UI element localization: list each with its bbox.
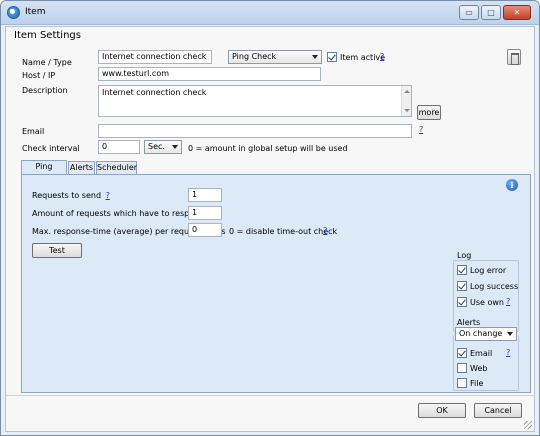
respond-input[interactable]: 1	[188, 206, 222, 220]
log-group-title: Log	[457, 251, 472, 260]
item-active-checkbox[interactable]	[327, 52, 337, 62]
alert-email-label: Email	[470, 349, 493, 358]
page-title: Item Settings	[14, 30, 81, 41]
host-label: Host / IP	[22, 71, 56, 80]
scroll-up-icon	[404, 90, 410, 93]
minimize-button[interactable]: ▭	[459, 5, 479, 20]
use-own-checkbox[interactable]	[457, 297, 467, 307]
host-input[interactable]: www.testurl.com	[98, 67, 321, 81]
interval-unit-select[interactable]: Sec.	[144, 140, 182, 154]
use-own-label: Use own	[470, 298, 504, 307]
title-bar[interactable]: Item ▭ □ ✕	[1, 1, 539, 25]
description-label: Description	[22, 86, 68, 95]
cancel-button[interactable]: Cancel	[474, 403, 522, 418]
close-button[interactable]: ✕	[503, 5, 531, 20]
type-select[interactable]: Ping Check	[228, 50, 322, 64]
alert-mode-value: On change	[459, 329, 503, 338]
alert-web-label: Web	[470, 364, 488, 373]
respond-label: Amount of requests which have to respond	[32, 209, 205, 218]
test-button[interactable]: Test	[32, 243, 82, 258]
trash-icon[interactable]	[507, 49, 521, 65]
description-scrollbar[interactable]	[401, 86, 411, 116]
email-help-link[interactable]: ?	[419, 125, 423, 134]
maximize-button[interactable]: □	[481, 5, 501, 20]
max-response-input[interactable]: 0	[188, 223, 222, 237]
info-icon[interactable]: i	[506, 179, 518, 191]
alert-mode-select[interactable]: On change	[455, 327, 517, 341]
alerts-group-title: Alerts	[457, 318, 481, 327]
footer-divider	[6, 395, 534, 396]
requests-label: Requests to send ?	[32, 191, 110, 200]
timeout-note: 0 = disable time-out check	[229, 227, 338, 236]
timeout-help-link[interactable]: ?	[323, 226, 327, 235]
alert-email-help-link[interactable]: ?	[506, 348, 510, 357]
requests-label-text: Requests to send	[32, 191, 102, 200]
tab-scheduler[interactable]: Scheduler	[96, 161, 137, 174]
email-label: Email	[22, 127, 45, 136]
log-success-label: Log success	[470, 282, 519, 291]
more-button[interactable]: more	[417, 105, 441, 120]
log-group: Log error Log success Use own ? Alerts	[453, 260, 519, 332]
description-textarea[interactable]: Internet connection check	[98, 85, 412, 117]
interval-unit-value: Sec.	[148, 142, 165, 151]
alert-web-checkbox[interactable]	[457, 363, 467, 373]
log-success-checkbox[interactable]	[457, 281, 467, 291]
window-title: Item	[25, 7, 46, 17]
item-active-help-link[interactable]: ?	[380, 52, 384, 61]
check-interval-label: Check interval	[22, 144, 80, 153]
alert-email-checkbox[interactable]	[457, 348, 467, 358]
tab-ping-check[interactable]: Ping Check	[21, 160, 67, 183]
description-text: Internet connection check	[102, 88, 207, 97]
chevron-down-icon	[507, 332, 513, 336]
chevron-down-icon	[172, 145, 178, 149]
chevron-down-icon	[312, 55, 318, 59]
log-error-checkbox[interactable]	[457, 265, 467, 275]
check-interval-input[interactable]: 0	[98, 140, 140, 154]
use-own-help-link[interactable]: ?	[506, 297, 510, 306]
name-type-label: Name / Type	[22, 58, 72, 67]
alert-file-label: File	[470, 379, 484, 388]
tab-alerts[interactable]: Alerts	[68, 161, 95, 174]
ping-check-panel: i Requests to send ? 1 Amount of request…	[21, 174, 531, 393]
app-icon	[7, 6, 20, 19]
item-window: Item ▭ □ ✕ Item Settings Name / Type Int…	[0, 0, 540, 436]
requests-input[interactable]: 1	[188, 188, 222, 202]
requests-help-link[interactable]: ?	[106, 191, 110, 200]
email-input[interactable]	[98, 124, 412, 138]
dialog-body: Item Settings Name / Type Internet conne…	[5, 26, 535, 432]
type-select-value: Ping Check	[232, 52, 277, 61]
name-input[interactable]: Internet connection check	[98, 50, 212, 64]
ok-button[interactable]: OK	[418, 403, 466, 418]
interval-note: 0 = amount in global setup will be used	[188, 144, 348, 153]
resize-grip-icon[interactable]	[524, 421, 532, 429]
alert-file-checkbox[interactable]	[457, 378, 467, 388]
item-active-label: Item active	[340, 53, 386, 62]
log-error-label: Log error	[470, 266, 507, 275]
scroll-down-icon	[404, 109, 410, 112]
alerts-group: Email ? Web File	[453, 335, 519, 391]
